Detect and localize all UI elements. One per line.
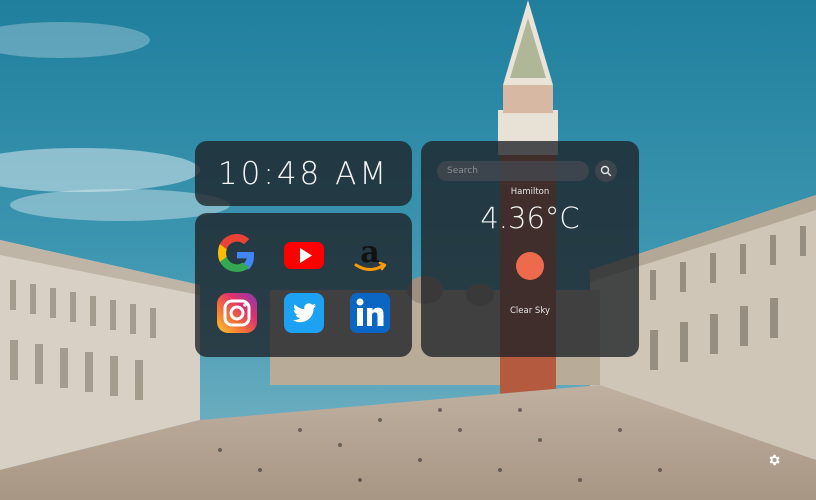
clock-time: 10:48 AM [217, 155, 390, 192]
linkedin-icon [350, 293, 390, 333]
twitter-icon [284, 293, 324, 333]
youtube-icon [284, 242, 324, 269]
link-linkedin[interactable] [349, 292, 391, 334]
search-icon [600, 165, 612, 177]
sun-icon [516, 252, 544, 280]
link-instagram[interactable] [216, 292, 258, 334]
weather-card: Hamilton 4.36°C Clear Sky [421, 141, 639, 357]
link-amazon[interactable]: a [349, 234, 391, 276]
city-name: Hamilton [510, 187, 550, 197]
google-icon [218, 234, 254, 272]
gear-icon [769, 454, 780, 466]
link-twitter[interactable] [283, 292, 325, 334]
link-youtube[interactable] [283, 234, 325, 276]
link-google[interactable] [216, 234, 258, 276]
settings-button[interactable] [766, 452, 782, 468]
search-input[interactable] [437, 161, 589, 181]
weather-condition: Clear Sky [510, 306, 550, 316]
instagram-icon [217, 293, 257, 333]
amazon-icon: a [354, 235, 387, 271]
svg-text:a: a [360, 235, 379, 270]
quick-links-card: a [195, 213, 412, 357]
clock-card: 10:48 AM [195, 141, 412, 206]
temperature: 4.36°C [480, 201, 580, 235]
search-button[interactable] [595, 160, 617, 182]
